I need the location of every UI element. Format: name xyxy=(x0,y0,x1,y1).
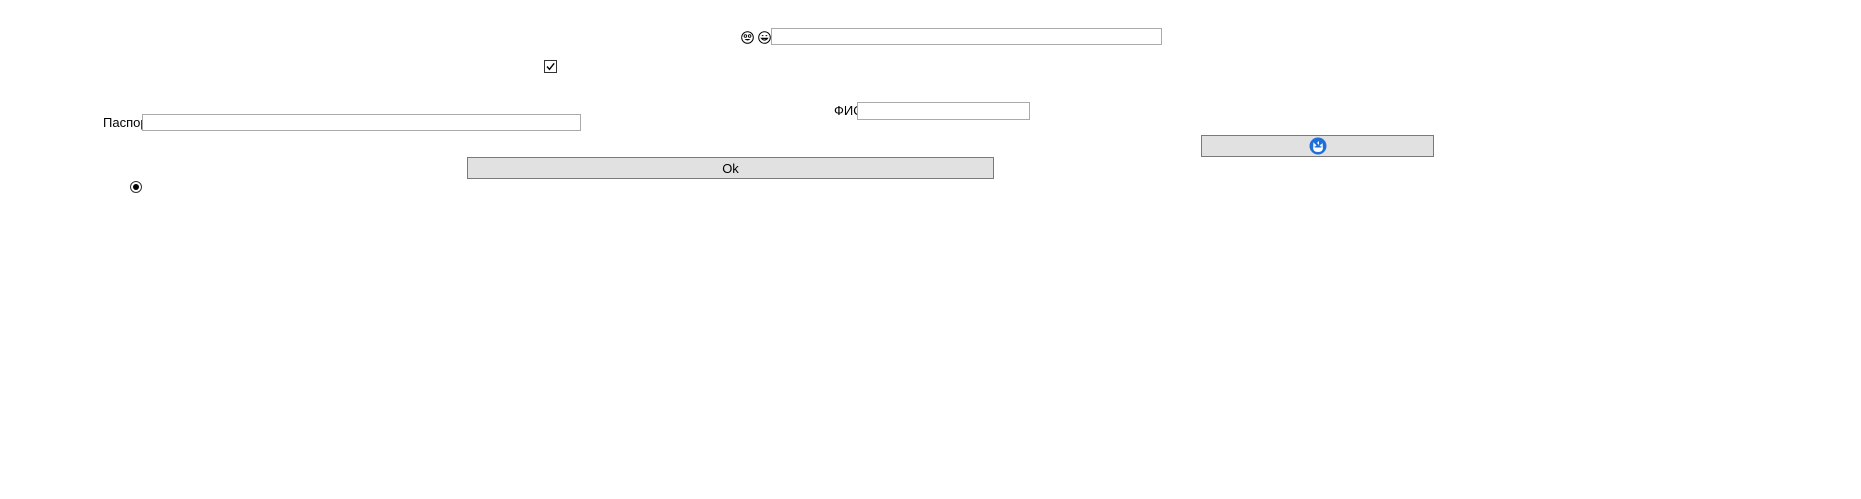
ok-button[interactable]: Ok xyxy=(467,157,994,179)
option-radio[interactable] xyxy=(130,181,142,193)
smiley-face-icon xyxy=(741,31,754,44)
refresh-button[interactable] xyxy=(1201,135,1434,157)
radio-selected-dot xyxy=(133,184,139,190)
passport-input[interactable] xyxy=(142,114,581,131)
agree-checkbox[interactable] xyxy=(544,60,557,73)
fio-input[interactable] xyxy=(857,102,1030,120)
top-text-input[interactable] xyxy=(771,28,1162,45)
grinning-face-icon xyxy=(758,31,771,44)
checkmark-icon xyxy=(546,62,555,71)
blue-round-refresh-icon xyxy=(1309,137,1326,155)
